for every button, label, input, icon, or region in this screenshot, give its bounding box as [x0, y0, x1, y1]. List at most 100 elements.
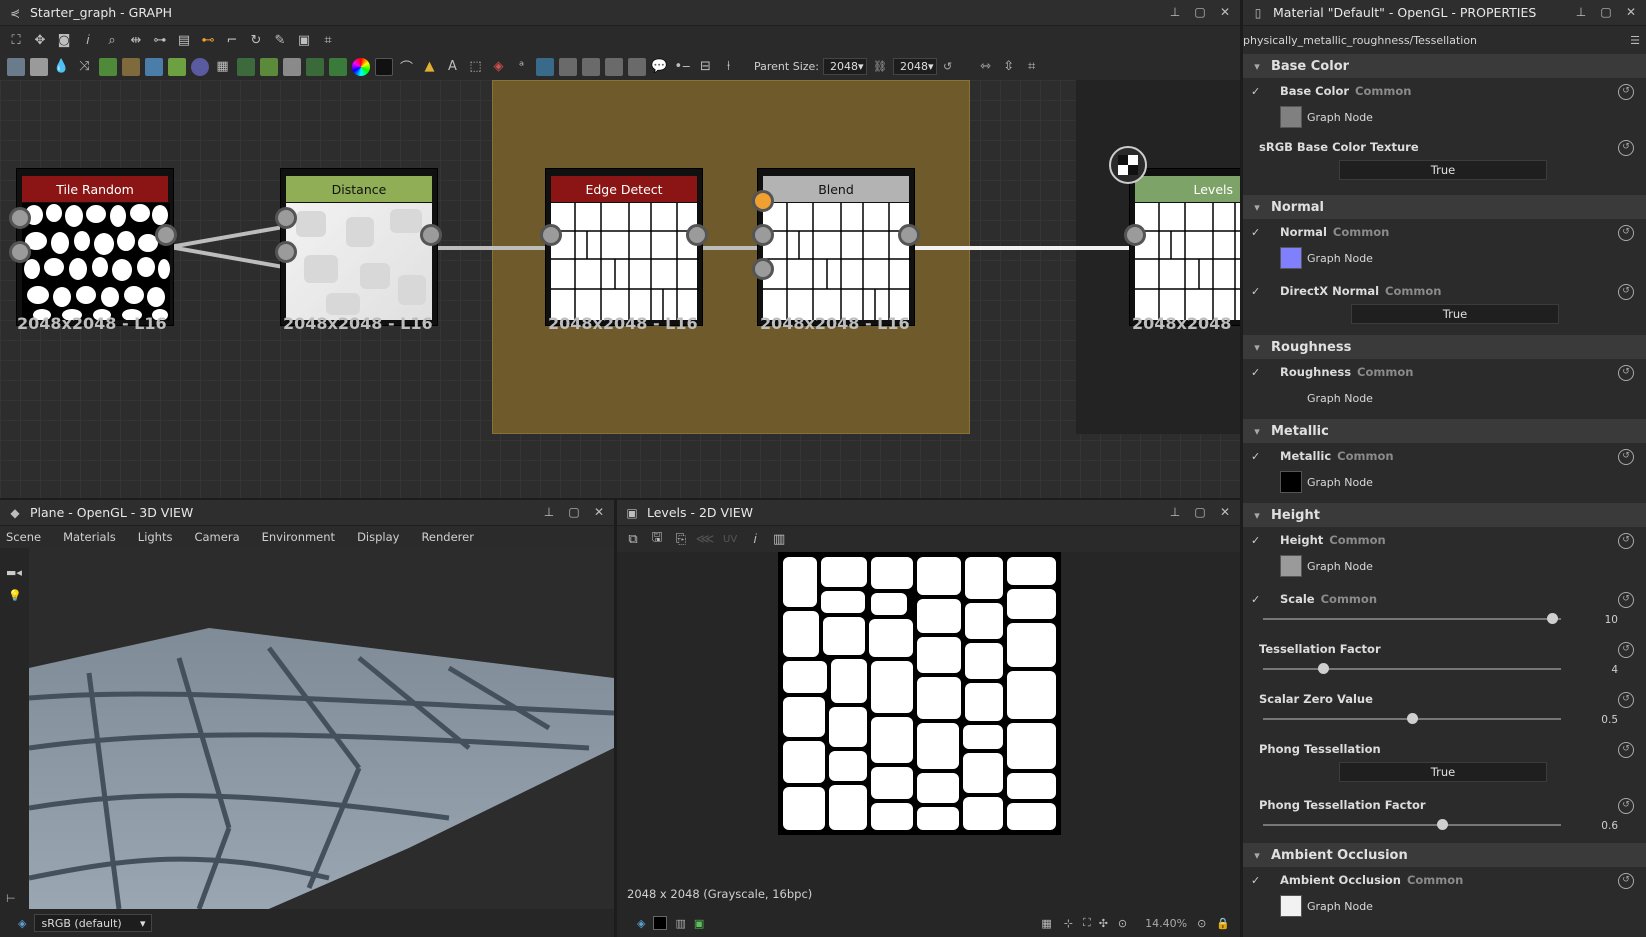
checkbox[interactable]: ✓: [1251, 367, 1263, 379]
video-camera-icon[interactable]: ▬◂: [6, 566, 29, 579]
move-icon[interactable]: ✥: [28, 28, 52, 52]
node-levels[interactable]: Levels: [1129, 168, 1240, 326]
warp-icon[interactable]: [119, 56, 142, 78]
output-port[interactable]: [686, 224, 708, 246]
tools-icon[interactable]: ✎: [268, 28, 292, 52]
section-ambient-occlusion[interactable]: ▾ Ambient Occlusion: [1243, 843, 1646, 867]
crop-icon[interactable]: ⌗: [316, 28, 340, 52]
input-icon[interactable]: [556, 56, 579, 78]
histogram-icon[interactable]: [303, 56, 326, 78]
graph-node-link[interactable]: Graph Node: [1280, 471, 1373, 493]
pin-icon[interactable]: ⊥: [1574, 5, 1588, 19]
input-port[interactable]: [1124, 224, 1146, 246]
checkbox[interactable]: ✓: [1251, 86, 1263, 98]
graph-node-link[interactable]: Graph Node: [1280, 106, 1373, 128]
checkbox[interactable]: ✓: [1251, 535, 1263, 547]
section-height[interactable]: ▾ Height: [1243, 503, 1646, 527]
close-icon[interactable]: ✕: [1218, 5, 1232, 19]
graph-node-link[interactable]: Graph Node: [1280, 247, 1373, 269]
input-port[interactable]: [540, 224, 562, 246]
checkbox[interactable]: ✓: [1251, 451, 1263, 463]
library-icon[interactable]: ▤: [172, 28, 196, 52]
levels-icon[interactable]: [280, 56, 303, 78]
reset-icon[interactable]: ↺: [1618, 284, 1634, 300]
switch-icon[interactable]: ⤨: [73, 56, 96, 78]
menu-display[interactable]: Display: [357, 530, 399, 544]
frame-icon[interactable]: ⊟: [694, 56, 717, 78]
center-icon[interactable]: ✣: [1099, 917, 1108, 930]
shape-icon[interactable]: [234, 56, 257, 78]
chain-icon[interactable]: ⛓: [873, 60, 887, 73]
menu-scene[interactable]: Scene: [6, 530, 41, 544]
input-port[interactable]: [275, 241, 297, 263]
phong-factor-slider[interactable]: [1263, 819, 1561, 830]
pixel-icon[interactable]: [625, 56, 648, 78]
grid-icon[interactable]: ▦: [211, 56, 234, 78]
graph-node-link[interactable]: Graph Node: [1280, 555, 1373, 577]
2d-viewport[interactable]: 2048 x 2048 (Grayscale, 16bpc): [617, 552, 1240, 909]
section-base-color[interactable]: ▾ Base Color: [1243, 54, 1646, 78]
checkbox[interactable]: ✓: [1251, 286, 1263, 298]
srgb-toggle[interactable]: True: [1339, 160, 1547, 180]
node-distance[interactable]: Distance: [280, 168, 438, 326]
hsl-icon[interactable]: [326, 56, 349, 78]
reset-size-icon[interactable]: ↺: [943, 60, 952, 73]
section-normal[interactable]: ▾ Normal: [1243, 195, 1646, 219]
nodes-icon[interactable]: [257, 56, 280, 78]
input-port[interactable]: [9, 241, 31, 263]
fx-icon[interactable]: ᵃ: [510, 56, 533, 78]
scalar-zero-slider[interactable]: [1263, 713, 1561, 724]
link-icon[interactable]: ⌐: [220, 28, 244, 52]
input-port[interactable]: [752, 258, 774, 280]
phong-factor-value[interactable]: 0.6: [1601, 820, 1618, 832]
circle-icon[interactable]: [188, 56, 211, 78]
menu-lights[interactable]: Lights: [138, 530, 173, 544]
menu-materials[interactable]: Materials: [63, 530, 116, 544]
reset-icon[interactable]: ↺: [1618, 449, 1634, 465]
output-icon[interactable]: [579, 56, 602, 78]
directx-toggle[interactable]: True: [1351, 304, 1559, 324]
zoom-reset-icon[interactable]: ⊙: [1197, 917, 1206, 930]
scale-value[interactable]: 10: [1605, 614, 1618, 626]
frame-icon[interactable]: ⧉: [621, 527, 645, 551]
hierarchy-icon[interactable]: ⊶: [148, 28, 172, 52]
graph-canvas[interactable]: Tile Random 2048x2048 - L16 Distance 204…: [0, 80, 1240, 498]
parent-size-height[interactable]: 2048 ▾: [892, 58, 937, 75]
fit-icon[interactable]: ⛶: [1083, 916, 1091, 930]
zoom-level[interactable]: 14.40%: [1145, 917, 1187, 930]
snapshot-icon[interactable]: ▣: [292, 28, 316, 52]
tessellation-slider[interactable]: [1263, 663, 1561, 674]
text-icon[interactable]: A: [441, 56, 464, 78]
tessellation-value[interactable]: 4: [1611, 664, 1618, 676]
light-bulb-icon[interactable]: 💡: [8, 589, 29, 602]
zoom-icon[interactable]: ⊙: [1118, 917, 1127, 930]
channel-black-icon[interactable]: [653, 916, 668, 930]
output-port[interactable]: [155, 224, 177, 246]
checkbox[interactable]: ✓: [1251, 227, 1263, 239]
pin-node-icon[interactable]: ⍿: [717, 56, 740, 78]
maximize-icon[interactable]: ▢: [1193, 505, 1207, 519]
transform-icon[interactable]: ⬚: [464, 56, 487, 78]
section-metallic[interactable]: ▾ Metallic: [1243, 419, 1646, 443]
menu-environment[interactable]: Environment: [262, 530, 335, 544]
reset-icon[interactable]: ↺: [1618, 642, 1634, 658]
output-port[interactable]: [420, 224, 442, 246]
reset-icon[interactable]: ↺: [1618, 365, 1634, 381]
close-icon[interactable]: ✕: [592, 505, 606, 519]
checkbox[interactable]: ✓: [1251, 875, 1263, 887]
layers-icon[interactable]: ◈: [18, 917, 26, 930]
graph-node-link[interactable]: Graph Node: [1280, 895, 1373, 917]
3d-viewport[interactable]: [29, 548, 614, 909]
align-h-icon[interactable]: ⇿: [974, 56, 997, 78]
gradient-icon[interactable]: [165, 56, 188, 78]
maximize-icon[interactable]: ▢: [567, 505, 581, 519]
reset-icon[interactable]: ↺: [1618, 533, 1634, 549]
pin-icon[interactable]: ⊥: [1168, 5, 1182, 19]
dot-icon[interactable]: •‒: [671, 56, 694, 78]
bitmap-icon[interactable]: [4, 56, 27, 78]
output-node-icon[interactable]: [1109, 146, 1147, 184]
lock-icon[interactable]: 🔒: [1216, 917, 1230, 930]
curve-edit-icon[interactable]: ⌒: [395, 56, 418, 78]
curve-icon[interactable]: [96, 56, 119, 78]
reset-icon[interactable]: ↺: [1618, 140, 1634, 156]
